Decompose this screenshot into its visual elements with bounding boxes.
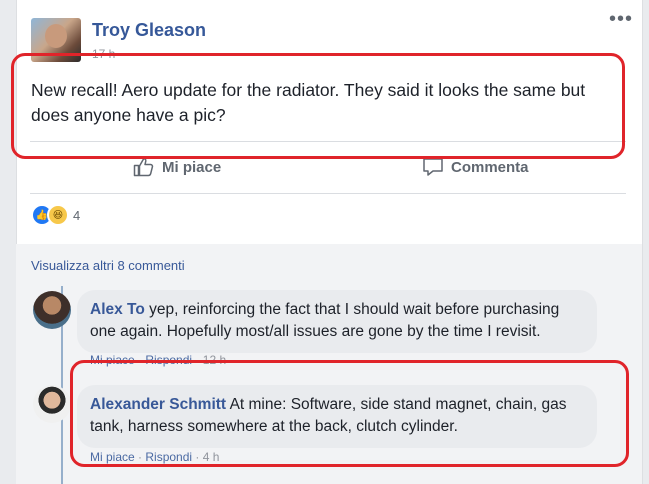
haha-reaction-icon: 😆 bbox=[47, 204, 69, 226]
commenter-name[interactable]: Alexander Schmitt bbox=[90, 396, 226, 413]
like-label: Mi piace bbox=[162, 158, 222, 176]
reaction-count: 4 bbox=[73, 207, 81, 223]
post-author-name[interactable]: Troy Gleason bbox=[92, 20, 206, 41]
comment-text: yep, reinforcing the fact that I should … bbox=[90, 301, 560, 340]
comment-meta: Mi piace · Rispondi · 12 h bbox=[90, 353, 227, 367]
comment-reply-link[interactable]: Rispondi bbox=[145, 353, 192, 367]
divider bbox=[30, 141, 626, 142]
author-avatar[interactable] bbox=[31, 18, 81, 62]
view-more-comments-link[interactable]: Visualizza altri 8 commenti bbox=[31, 258, 185, 273]
post-text: New recall! Aero update for the radiator… bbox=[31, 80, 586, 125]
comment-button[interactable]: Commenta bbox=[422, 157, 529, 177]
reactions-summary[interactable]: 👍 😆 4 bbox=[31, 204, 80, 226]
comment-like-link[interactable]: Mi piace bbox=[90, 353, 135, 367]
comment-label: Commenta bbox=[451, 158, 529, 176]
comment-timestamp[interactable]: 12 h bbox=[203, 353, 226, 367]
comment-icon bbox=[422, 157, 444, 177]
comment-meta: Mi piace · Rispondi · 4 h bbox=[90, 450, 220, 464]
commenter-name[interactable]: Alex To bbox=[90, 301, 145, 318]
comment-bubble: Alexander Schmitt At mine: Software, sid… bbox=[77, 385, 597, 448]
more-options-icon[interactable]: ••• bbox=[609, 9, 633, 29]
post-timestamp[interactable]: 17 h bbox=[92, 47, 115, 61]
comment-like-link[interactable]: Mi piace bbox=[90, 450, 135, 464]
comment-reply-link[interactable]: Rispondi bbox=[145, 450, 192, 464]
like-button[interactable]: Mi piace bbox=[133, 157, 221, 177]
comment-timestamp[interactable]: 4 h bbox=[203, 450, 220, 464]
commenter-avatar[interactable] bbox=[33, 291, 71, 329]
commenter-avatar[interactable] bbox=[33, 385, 71, 423]
divider bbox=[30, 193, 626, 194]
thumbs-up-icon bbox=[133, 157, 155, 177]
comment-bubble: Alex To yep, reinforcing the fact that I… bbox=[77, 290, 597, 353]
